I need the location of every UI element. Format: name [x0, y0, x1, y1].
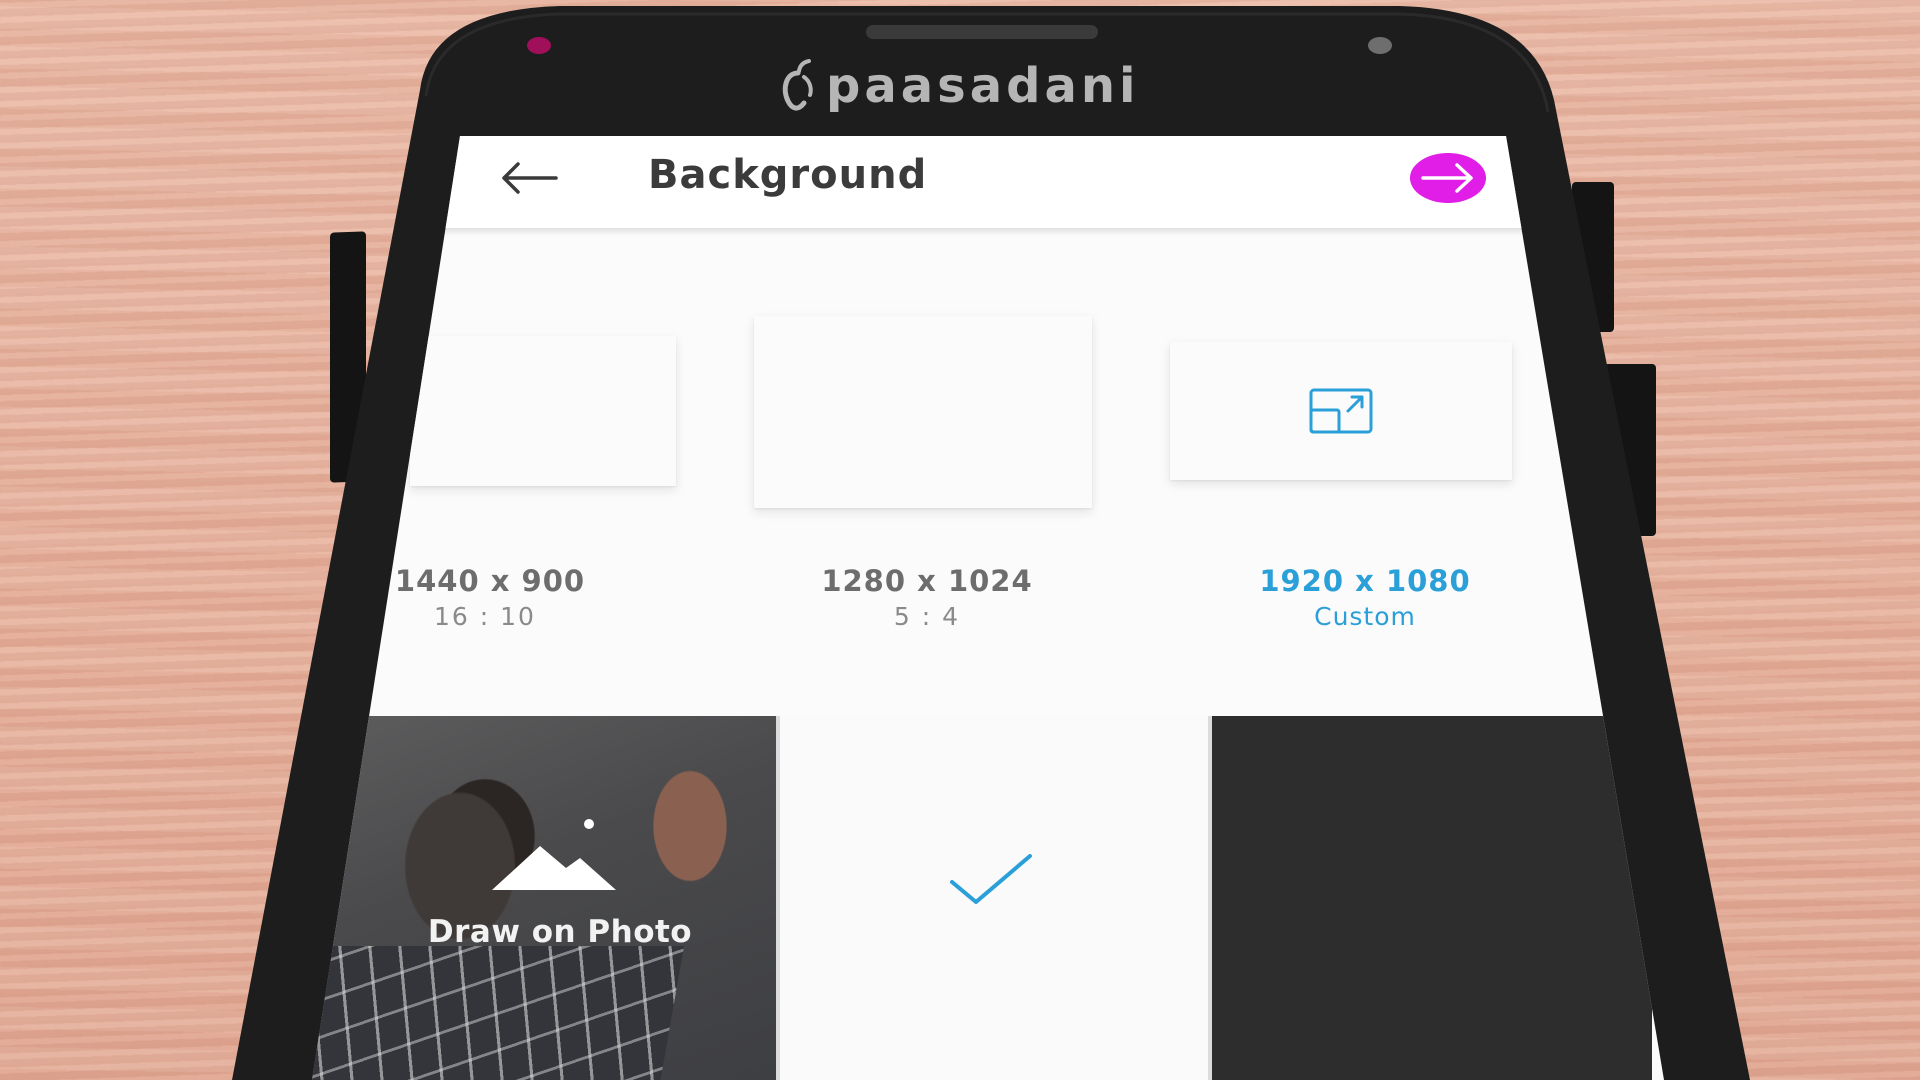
resolution-size-label: 1280 x 1024 [821, 564, 1033, 598]
brand-watermark: paasadani [778, 56, 1139, 116]
earpiece-speaker [866, 25, 1098, 39]
draw-on-photo-label: Draw on Photo [427, 914, 693, 950]
checkmark-icon [950, 854, 1032, 904]
white-background-tile[interactable] [780, 716, 1210, 1080]
arrow-right-icon [1421, 163, 1473, 193]
custom-resize-icon [1309, 388, 1373, 434]
arrow-left-icon[interactable] [500, 160, 558, 196]
page-title: Background [648, 152, 928, 198]
photo-shirt-pattern [312, 946, 685, 1080]
resolution-ratio-label-selected: Custom [1314, 602, 1416, 631]
apple-leaf-icon [782, 59, 813, 111]
next-button[interactable] [1410, 153, 1486, 203]
brand-name: paasadani [826, 58, 1140, 114]
app-bar-shadow [312, 228, 1664, 236]
black-background-tile[interactable] [1212, 716, 1652, 1080]
image-mountain-icon [492, 819, 616, 890]
front-camera [1368, 37, 1392, 54]
draw-on-photo-tile[interactable]: Draw on Photo [312, 716, 778, 1080]
resolution-ratio-label: 16 : 10 [434, 602, 536, 631]
resolution-card-custom[interactable] [1170, 342, 1512, 480]
notification-led [527, 37, 551, 54]
resolution-size-label-selected: 1920 x 1080 [1259, 564, 1471, 598]
resolution-card-1280x1024[interactable] [754, 316, 1092, 508]
resolution-ratio-label: 5 : 4 [893, 602, 961, 631]
resolution-size-label: 1440 x 900 [394, 564, 586, 598]
resolution-card-1440x900[interactable] [410, 336, 676, 486]
